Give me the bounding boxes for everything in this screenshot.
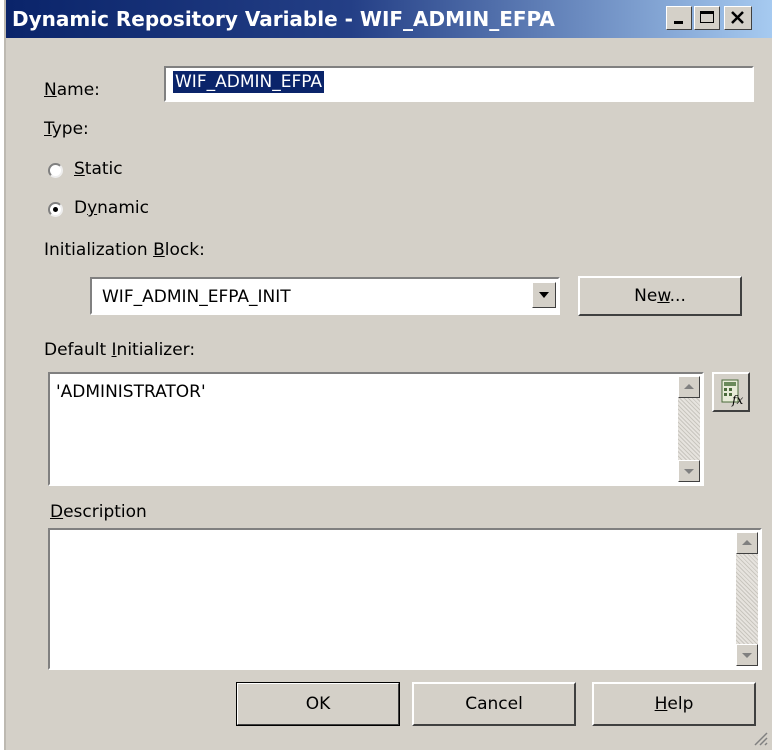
dynamic-radio-label[interactable]: Dynamic (74, 198, 149, 218)
scroll-up-button[interactable] (678, 376, 700, 398)
init-block-select[interactable]: WIF_ADMIN_EFPA_INIT (90, 277, 560, 315)
static-radio-label[interactable]: Static (74, 159, 123, 179)
scroll-down-icon (684, 469, 694, 474)
help-button[interactable]: Help (592, 682, 756, 726)
default-initializer-textarea[interactable]: 'ADMINISTRATOR' (48, 372, 704, 486)
resize-grip-icon[interactable] (752, 730, 768, 746)
scroll-up-button[interactable] (736, 532, 758, 554)
close-icon (731, 11, 744, 24)
init-block-dropdown-button[interactable] (532, 282, 556, 308)
window-title: Dynamic Repository Variable - WIF_ADMIN_… (12, 7, 555, 31)
title-bar[interactable]: Dynamic Repository Variable - WIF_ADMIN_… (6, 0, 772, 38)
scroll-up-icon (742, 540, 752, 545)
minimize-button[interactable] (666, 6, 692, 30)
name-input[interactable]: WIF_ADMIN_EFPA (164, 66, 754, 102)
minimize-icon (674, 21, 683, 24)
scroll-down-button[interactable] (678, 460, 700, 482)
dialog-window: Dynamic Repository Variable - WIF_ADMIN_… (4, 0, 772, 750)
default-initializer-label: Default Initializer: (44, 340, 196, 360)
new-init-block-button[interactable]: New... (578, 276, 742, 316)
expression-builder-button[interactable]: fx (712, 372, 750, 412)
scroll-up-icon (684, 384, 694, 389)
name-value: WIF_ADMIN_EFPA (173, 71, 325, 93)
scroll-down-button[interactable] (736, 644, 758, 666)
default-initializer-scrollbar[interactable] (678, 376, 700, 482)
init-block-value: WIF_ADMIN_EFPA_INIT (102, 287, 291, 307)
type-label: Type: (44, 119, 89, 139)
scroll-down-icon (742, 653, 752, 658)
description-textarea[interactable] (48, 528, 762, 670)
close-button[interactable] (724, 6, 752, 30)
default-initializer-value: 'ADMINISTRATOR' (56, 382, 206, 402)
dynamic-radio[interactable] (48, 202, 63, 217)
description-scrollbar[interactable] (736, 532, 758, 666)
name-label: Name: (44, 80, 100, 100)
maximize-button[interactable] (694, 6, 720, 30)
description-label: Description (50, 502, 147, 522)
chevron-down-icon (539, 292, 549, 298)
static-radio[interactable] (48, 163, 63, 178)
expression-builder-icon: fx (721, 379, 743, 407)
init-block-label: Initialization Block: (44, 240, 205, 260)
svg-text:fx: fx (731, 393, 743, 407)
ok-button[interactable]: OK (236, 682, 400, 726)
radio-selected-dot (53, 207, 58, 212)
cancel-button[interactable]: Cancel (412, 682, 576, 726)
maximize-icon (700, 11, 714, 23)
